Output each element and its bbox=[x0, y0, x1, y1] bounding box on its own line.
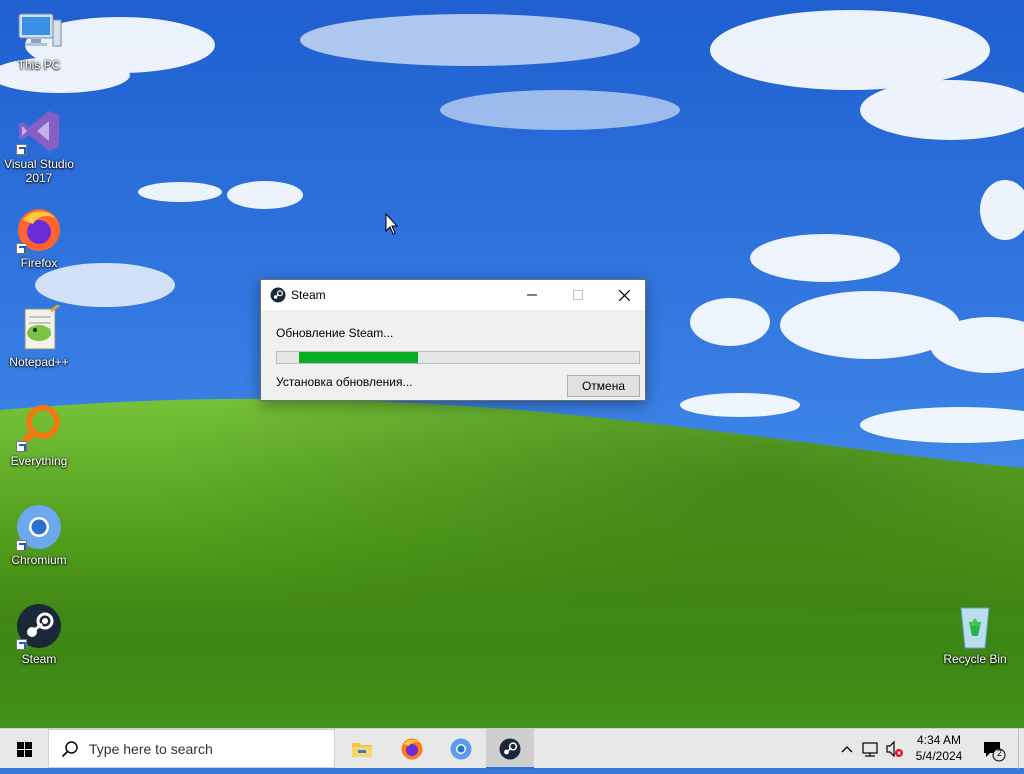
show-desktop-button[interactable] bbox=[1018, 729, 1024, 769]
action-center-button[interactable]: 2 bbox=[978, 729, 1008, 769]
clock-date: 5/4/2024 bbox=[915, 749, 963, 763]
taskbar-chromium[interactable] bbox=[437, 729, 485, 769]
notification-count: 2 bbox=[996, 748, 1002, 758]
search-placeholder: Type here to search bbox=[89, 741, 213, 757]
dialog-title: Steam bbox=[291, 288, 326, 302]
firefox-icon bbox=[15, 206, 63, 254]
taskbar-search-box[interactable]: Type here to search bbox=[48, 729, 335, 768]
desktop-icon-label: Visual Studio 2017 bbox=[4, 157, 74, 185]
update-progress-bar bbox=[276, 351, 640, 364]
taskbar-steam[interactable] bbox=[486, 729, 534, 769]
taskbar-clock[interactable]: 4:34 AM 5/4/2024 bbox=[908, 732, 970, 764]
shortcut-arrow-icon bbox=[16, 639, 27, 650]
taskbar: Type here to search 4:34 AM 5/4/2024 2 bbox=[0, 728, 1024, 769]
taskbar-file-explorer[interactable] bbox=[338, 729, 386, 769]
steam-icon bbox=[15, 602, 63, 650]
windows-logo-icon bbox=[17, 742, 32, 757]
shortcut-arrow-icon bbox=[16, 144, 27, 155]
maximize-icon bbox=[573, 290, 583, 300]
chevron-up-icon bbox=[841, 746, 853, 753]
notepad-plus-plus-icon bbox=[15, 303, 63, 353]
desktop-icon-label: Steam bbox=[21, 652, 57, 666]
chromium-icon bbox=[450, 738, 472, 760]
desktop-icon-notepad-plus-plus[interactable]: Notepad++ bbox=[1, 303, 77, 369]
maximize-button[interactable] bbox=[555, 280, 601, 310]
desktop-icon-label: Chromium bbox=[11, 553, 67, 567]
desktop-icon-label: This PC bbox=[17, 58, 61, 72]
desktop-icon-label: Notepad++ bbox=[9, 355, 69, 369]
update-heading: Обновление Steam... bbox=[276, 326, 394, 340]
this-pc-icon bbox=[15, 8, 63, 56]
steam-icon bbox=[499, 738, 521, 760]
desktop-icon-recycle-bin[interactable]: Recycle Bin bbox=[937, 602, 1013, 666]
shortcut-arrow-icon bbox=[16, 540, 27, 551]
dialog-titlebar[interactable]: Steam bbox=[261, 280, 645, 310]
desktop-icon-visual-studio[interactable]: Visual Studio 2017 bbox=[1, 107, 77, 185]
firefox-icon bbox=[401, 738, 423, 760]
desktop-icon-label: Everything bbox=[10, 454, 68, 468]
minimize-icon bbox=[527, 294, 537, 296]
network-icon bbox=[862, 742, 878, 757]
update-status-text: Установка обновления... bbox=[276, 375, 413, 389]
mouse-cursor-icon bbox=[385, 212, 399, 240]
everything-search-icon bbox=[15, 404, 63, 452]
show-hidden-icons-button[interactable] bbox=[838, 729, 856, 769]
desktop-icon-label: Firefox bbox=[20, 256, 58, 270]
close-button[interactable] bbox=[601, 280, 647, 310]
desktop-icon-firefox[interactable]: Firefox bbox=[1, 206, 77, 270]
file-explorer-icon bbox=[352, 743, 372, 757]
clock-time: 4:34 AM bbox=[916, 733, 962, 747]
volume-muted-icon bbox=[886, 740, 903, 758]
chromium-icon bbox=[15, 503, 63, 551]
steam-icon bbox=[270, 287, 286, 303]
cancel-button[interactable]: Отмена bbox=[567, 375, 640, 397]
steam-update-dialog: Steam Обновление Steam... Установка обно… bbox=[260, 279, 646, 401]
desktop-icon-everything[interactable]: Everything bbox=[1, 404, 77, 468]
shortcut-arrow-icon bbox=[16, 441, 27, 452]
close-icon bbox=[619, 290, 630, 301]
desktop-icon-steam[interactable]: Steam bbox=[1, 602, 77, 666]
volume-tray-button[interactable] bbox=[884, 729, 906, 769]
network-tray-button[interactable] bbox=[860, 729, 882, 769]
start-button[interactable] bbox=[0, 729, 48, 769]
shortcut-arrow-icon bbox=[16, 243, 27, 254]
recycle-bin-icon bbox=[951, 602, 999, 650]
desktop-icon-this-pc[interactable]: This PC bbox=[1, 8, 77, 72]
visual-studio-icon bbox=[15, 107, 63, 155]
desktop-icon-chromium[interactable]: Chromium bbox=[1, 503, 77, 567]
minimize-button[interactable] bbox=[509, 280, 555, 310]
taskbar-firefox[interactable] bbox=[388, 729, 436, 769]
desktop-icon-label: Recycle Bin bbox=[943, 652, 1007, 666]
search-icon bbox=[61, 741, 78, 758]
progress-fill bbox=[299, 352, 418, 363]
